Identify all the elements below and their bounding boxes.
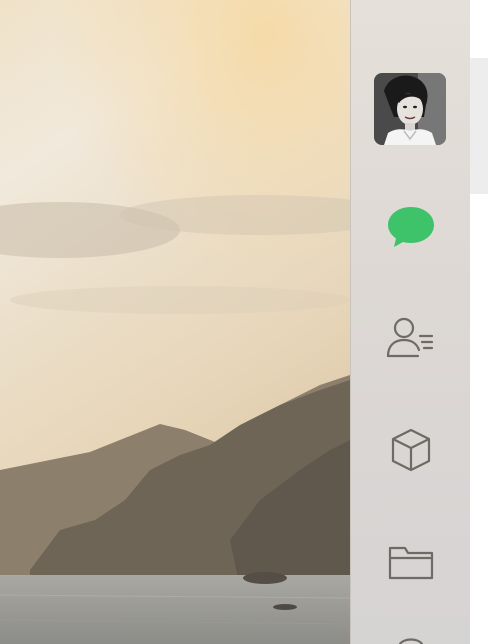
contacts-icon <box>386 317 434 358</box>
nav-chat-button[interactable] <box>381 198 441 254</box>
avatar[interactable] <box>374 73 446 145</box>
desktop-wallpaper <box>0 0 350 644</box>
nav-files-button[interactable] <box>381 534 441 590</box>
user-portrait-image <box>374 73 446 145</box>
cube-icon <box>391 428 431 472</box>
sidebar <box>350 0 470 644</box>
chat-bubble-icon <box>388 207 434 247</box>
nav-contacts-button[interactable] <box>381 310 441 366</box>
screen <box>0 0 488 644</box>
nav-more-button[interactable] <box>381 626 441 644</box>
chat-list-pane <box>470 0 488 644</box>
selected-chat-item[interactable] <box>470 58 488 194</box>
nav-apps-button[interactable] <box>381 422 441 478</box>
folder-icon <box>388 546 434 580</box>
more-icon <box>398 638 424 644</box>
